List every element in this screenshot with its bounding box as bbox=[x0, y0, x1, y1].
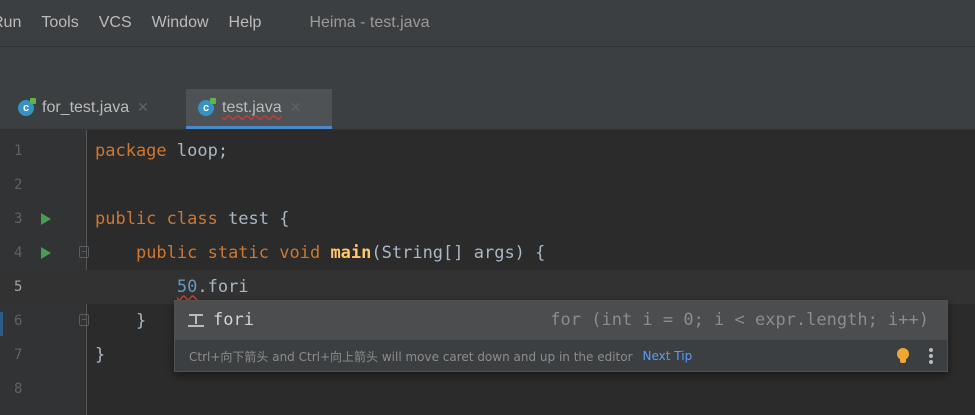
menu-run[interactable]: Run bbox=[0, 14, 21, 32]
line-number: 4 bbox=[14, 245, 23, 261]
code-text: } bbox=[95, 311, 147, 331]
tab-label: for_test.java bbox=[42, 98, 130, 116]
line-number: 2 bbox=[14, 177, 23, 193]
line-number: 8 bbox=[14, 381, 23, 397]
code-editor[interactable]: 1 package loop; 2 3 public class test { … bbox=[0, 130, 975, 415]
code-text: } bbox=[95, 345, 106, 365]
menu-tools[interactable]: Tools bbox=[41, 14, 78, 32]
code-line[interactable]: 2 bbox=[0, 168, 975, 202]
next-tip-link[interactable]: Next Tip bbox=[643, 349, 693, 363]
tab-test-java[interactable]: c test.java ✕ bbox=[186, 89, 332, 129]
completion-item-name: fori bbox=[213, 310, 254, 330]
completion-popup: fori for (int i = 0; i < expr.length; i+… bbox=[174, 300, 948, 372]
toolbar bbox=[0, 46, 975, 90]
menu-window[interactable]: Window bbox=[152, 14, 209, 32]
window-title: Heima - test.java bbox=[309, 14, 430, 31]
more-options-icon[interactable] bbox=[929, 348, 933, 364]
live-template-icon bbox=[187, 311, 205, 329]
code-text: 50.fori bbox=[176, 277, 249, 297]
line-number: 7 bbox=[14, 347, 23, 363]
java-class-icon: c bbox=[198, 97, 216, 116]
completion-item[interactable]: fori for (int i = 0; i < expr.length; i+… bbox=[175, 301, 947, 339]
code-line[interactable]: 8 bbox=[0, 372, 975, 406]
menu-vcs[interactable]: VCS bbox=[99, 14, 132, 32]
code-text: package loop; bbox=[95, 141, 229, 161]
menu-help[interactable]: Help bbox=[229, 14, 262, 32]
tab-label: test.java bbox=[222, 98, 282, 116]
line-number: 1 bbox=[14, 143, 23, 159]
tip-text: Ctrl+向下箭头 and Ctrl+向上箭头 will move caret … bbox=[189, 349, 633, 364]
line-number: 6 bbox=[14, 313, 23, 329]
completion-tip: Ctrl+向下箭头 and Ctrl+向上箭头 will move caret … bbox=[175, 339, 947, 372]
java-class-icon: c bbox=[18, 97, 36, 116]
run-icon[interactable] bbox=[41, 213, 51, 225]
completion-item-description: for (int i = 0; i < expr.length; i++) bbox=[550, 310, 929, 330]
code-line[interactable]: 3 public class test { bbox=[0, 202, 975, 236]
tab-for-test-java[interactable]: c for_test.java ✕ bbox=[18, 89, 149, 126]
line-number: 5 bbox=[14, 279, 23, 295]
close-icon[interactable]: ✕ bbox=[290, 99, 302, 116]
code-text: public class test { bbox=[95, 209, 290, 229]
menu-bar: Run Tools VCS Window Help Heima - test.j… bbox=[0, 0, 975, 46]
fold-icon[interactable] bbox=[79, 246, 89, 258]
code-line[interactable]: 1 package loop; bbox=[0, 134, 975, 168]
code-line-current[interactable]: 5 50.fori bbox=[0, 270, 975, 304]
editor-tab-bar: c for_test.java ✕ c test.java ✕ bbox=[0, 89, 975, 130]
run-icon[interactable] bbox=[41, 247, 51, 259]
close-icon[interactable]: ✕ bbox=[137, 99, 149, 116]
lightbulb-icon[interactable] bbox=[897, 348, 909, 364]
fold-icon[interactable] bbox=[79, 314, 89, 326]
line-number: 3 bbox=[14, 211, 23, 227]
code-line[interactable]: 4 public static void main(String[] args)… bbox=[0, 236, 975, 270]
code-text: public static void main(String[] args) { bbox=[135, 243, 546, 263]
